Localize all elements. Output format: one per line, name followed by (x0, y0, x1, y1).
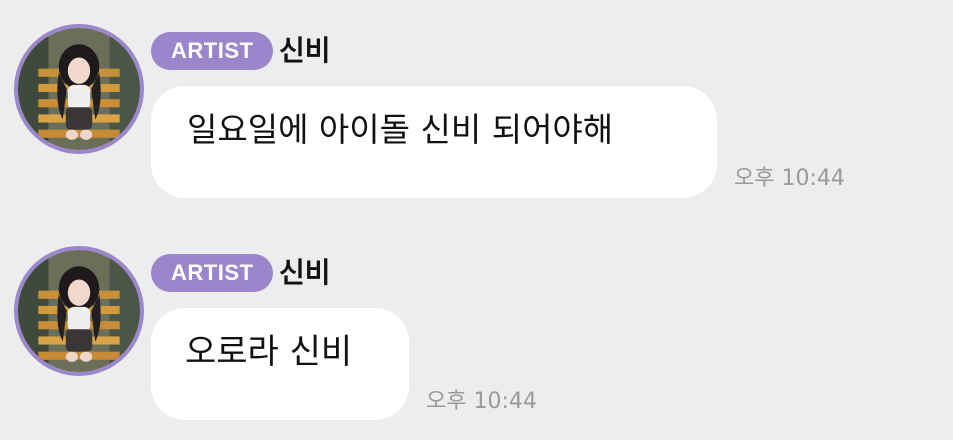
sender-name[interactable]: 신비 (279, 32, 331, 70)
sender-name[interactable]: 신비 (279, 254, 331, 292)
artist-badge: ARTIST (151, 254, 274, 292)
profile-photo (18, 28, 140, 150)
artist-badge: ARTIST (151, 32, 274, 70)
message-timestamp: 오후 10:44 (734, 166, 845, 191)
avatar[interactable] (14, 246, 144, 376)
message-timestamp: 오후 10:44 (426, 389, 537, 414)
message-bubble[interactable]: 일요일에 아이돌 신비 되어야해 (151, 86, 717, 198)
chat-message: ARTIST 신비 오로라 신비 오후 10:44 (0, 220, 953, 440)
message-bubble[interactable]: 오로라 신비 (151, 308, 409, 420)
chat-message: ARTIST 신비 일요일에 아이돌 신비 되어야해 오후 10:44 (0, 0, 953, 220)
profile-photo (18, 250, 140, 372)
avatar[interactable] (14, 24, 144, 154)
